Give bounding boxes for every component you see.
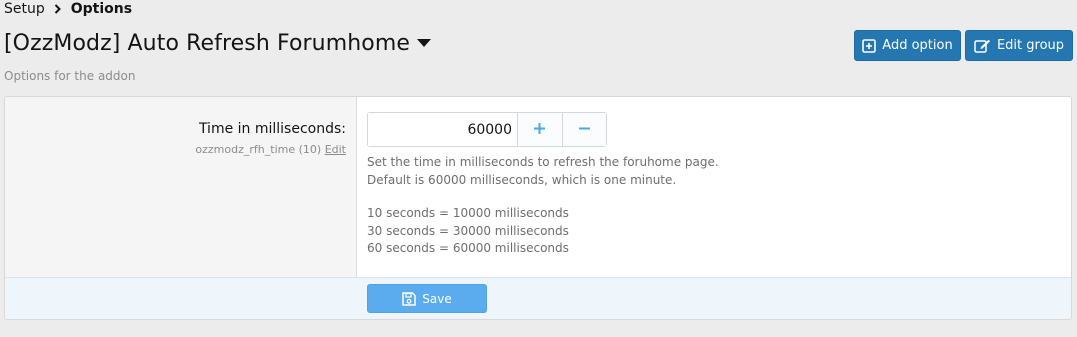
- milliseconds-input[interactable]: [368, 113, 518, 146]
- minus-icon: [578, 120, 591, 139]
- page-title: [OzzModz] Auto Refresh Forumhome: [4, 31, 410, 56]
- example-line: 30 seconds = 30000 milliseconds: [367, 223, 569, 238]
- breadcrumb-setup[interactable]: Setup: [4, 1, 45, 17]
- increment-button[interactable]: [518, 113, 563, 146]
- form-footer: Save: [5, 277, 1071, 319]
- options-panel: Time in milliseconds: ozzmodz_rfh_time (…: [4, 96, 1072, 320]
- option-edit-link[interactable]: Edit: [325, 143, 346, 156]
- example-line: 60 seconds = 60000 milliseconds: [367, 241, 569, 255]
- example-line: 10 seconds = 10000 milliseconds: [367, 206, 569, 220]
- save-button[interactable]: Save: [367, 284, 487, 313]
- option-description: Set the time in milliseconds to refresh …: [367, 154, 719, 258]
- add-option-button[interactable]: Add option: [854, 30, 961, 61]
- milliseconds-stepper: [367, 112, 607, 147]
- breadcrumb-options[interactable]: Options: [71, 1, 132, 17]
- plus-icon: [533, 120, 546, 139]
- option-id: ozzmodz_rfh_time (10): [195, 143, 322, 156]
- option-hint: ozzmodz_rfh_time (10) Edit: [195, 143, 346, 156]
- title-row: [OzzModz] Auto Refresh Forumhome: [4, 31, 431, 56]
- page-subtitle: Options for the addon: [4, 69, 136, 83]
- decrement-button[interactable]: [562, 113, 606, 146]
- edit-icon: [974, 39, 991, 53]
- chevron-right-icon: [54, 4, 61, 14]
- add-option-label: Add option: [882, 38, 953, 53]
- description-line: Default is 60000 milliseconds, which is …: [367, 172, 677, 187]
- save-icon: [402, 291, 417, 306]
- breadcrumb: Setup Options: [4, 0, 132, 18]
- description-line: Set the time in milliseconds to refresh …: [367, 155, 719, 169]
- option-label-column: Time in milliseconds: ozzmodz_rfh_time (…: [5, 97, 357, 277]
- option-label: Time in milliseconds:: [198, 121, 346, 137]
- caret-down-icon[interactable]: [417, 39, 431, 48]
- plus-square-icon: [862, 38, 877, 53]
- edit-group-label: Edit group: [996, 38, 1065, 53]
- save-label: Save: [422, 291, 452, 306]
- edit-group-button[interactable]: Edit group: [965, 30, 1073, 61]
